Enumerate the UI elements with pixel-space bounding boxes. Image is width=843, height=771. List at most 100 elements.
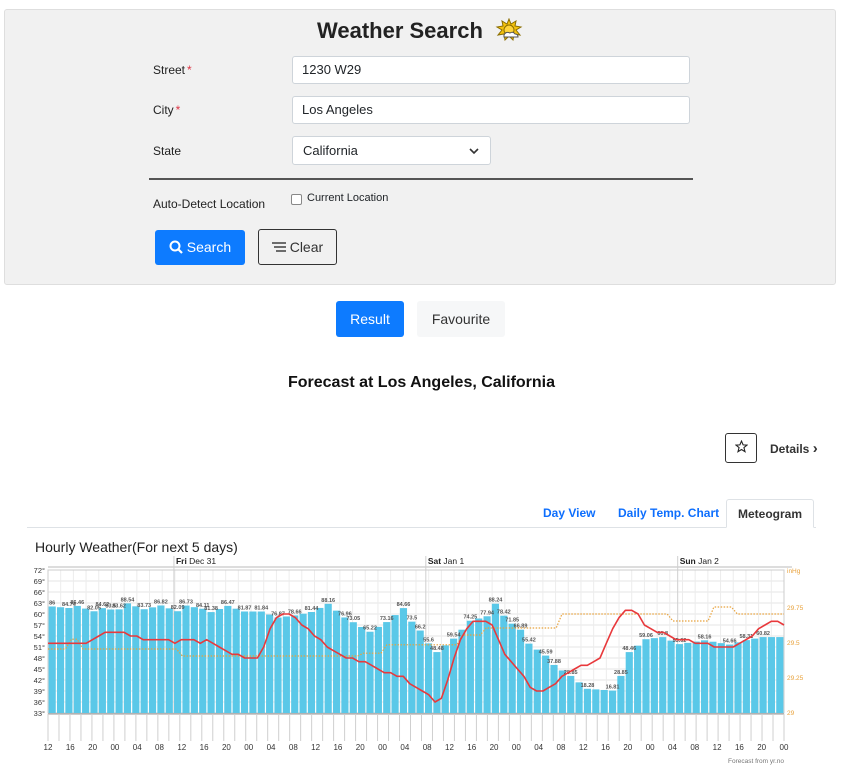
humidity-data-label: 55.6 (423, 637, 434, 643)
humidity-bar (692, 641, 700, 713)
humidity-bar (148, 607, 157, 713)
humidity-data-label: 83.62 (112, 603, 126, 609)
humidity-bar (324, 603, 332, 713)
humidity-bar (650, 638, 658, 713)
humidity-data-label: 86.82 (154, 599, 168, 605)
humidity-data-label: 73.05 (346, 616, 360, 622)
humidity-data-label: 74.25 (463, 615, 477, 621)
humidity-bar (123, 603, 132, 713)
search-icon (169, 240, 183, 254)
tab-day-view[interactable]: Day View (543, 506, 595, 520)
humidity-data-label: 86.73 (179, 600, 193, 606)
y-tick-label: 54° (34, 632, 45, 641)
humidity-bar (249, 611, 257, 713)
x-tick-label: 20 (356, 743, 365, 752)
humidity-data-label: 88.54 (121, 597, 136, 603)
humidity-data-label: 66.2 (415, 625, 426, 631)
favorite-star-button[interactable] (725, 433, 757, 463)
humidity-data-label: 86 (49, 600, 55, 606)
humidity-bar (567, 675, 575, 713)
x-tick-label: 20 (757, 743, 766, 752)
humidity-bar (307, 612, 316, 713)
humidity-bar (508, 623, 516, 713)
humidity-data-label: 59.54 (447, 633, 462, 639)
humidity-bar (617, 675, 625, 713)
humidity-data-label: 81.87 (238, 605, 252, 611)
humidity-bar (291, 615, 299, 713)
current-location-checkbox[interactable] (291, 194, 302, 205)
x-tick-label: 12 (445, 743, 454, 752)
city-input[interactable]: Los Angeles (292, 96, 690, 124)
humidity-bar (475, 618, 483, 713)
humidity-data-label: 83.73 (137, 603, 151, 609)
humidity-bar (115, 609, 123, 713)
x-tick-label: 04 (267, 743, 276, 752)
humidity-data-label: 84.66 (397, 602, 411, 608)
sun-cloud-icon (495, 17, 523, 42)
humidity-bar (65, 607, 73, 713)
tab-daily-temp-chart[interactable]: Daily Temp. Chart (618, 506, 719, 520)
humidity-bar (299, 613, 307, 713)
humidity-bar (399, 608, 408, 713)
x-tick-label: 08 (557, 743, 566, 752)
humidity-bar (107, 609, 115, 713)
humidity-data-label: 73.5 (406, 616, 417, 622)
x-tick-label: 08 (155, 743, 164, 752)
tab-meteogram[interactable]: Meteogram (726, 499, 814, 528)
x-tick-label: 00 (244, 743, 253, 752)
humidity-bar (767, 637, 776, 713)
y-tick-label: 69° (34, 577, 45, 586)
x-tick-label: 08 (289, 743, 298, 752)
x-tick-label: 12 (44, 743, 53, 752)
humidity-bar (684, 642, 692, 713)
details-link[interactable]: Details › (770, 440, 818, 457)
humidity-bar (667, 640, 675, 713)
form-title-text: Weather Search (316, 18, 483, 43)
humidity-bar (182, 605, 190, 713)
humidity-data-label: 18.28 (581, 683, 595, 689)
humidity-bar (625, 652, 633, 713)
humidity-bar (48, 606, 56, 713)
city-label: City * (153, 103, 181, 117)
humidity-data-label: 48.46 (622, 646, 636, 652)
humidity-bar (600, 689, 608, 713)
x-tick-label: 16 (601, 743, 610, 752)
day-label: Sun Jan 2 (680, 556, 719, 566)
x-tick-label: 16 (66, 743, 75, 752)
humidity-data-label: 54.66 (723, 639, 737, 645)
humidity-bar (483, 616, 491, 713)
humidity-bar (257, 611, 265, 713)
humidity-bar (491, 603, 500, 713)
x-tick-label: 20 (623, 743, 632, 752)
humidity-bar (700, 640, 709, 713)
x-tick-label: 20 (222, 743, 231, 752)
state-select-value: California (303, 143, 358, 158)
x-tick-label: 16 (333, 743, 342, 752)
humidity-bar (98, 608, 106, 713)
state-label: State (153, 144, 182, 158)
humidity-bar (157, 605, 165, 713)
street-input[interactable]: 1230 W29 (292, 56, 690, 84)
search-button[interactable]: Search (155, 230, 245, 265)
clear-button[interactable]: Clear (258, 229, 337, 265)
humidity-bar (751, 638, 759, 713)
state-select[interactable]: California (292, 136, 491, 165)
star-icon (734, 439, 748, 453)
result-tab[interactable]: Result (336, 301, 404, 337)
humidity-bar (207, 612, 215, 713)
humidity-bar (341, 617, 349, 713)
humidity-data-label: 48.48 (430, 646, 444, 652)
form-title: Weather Search (5, 17, 835, 44)
pressure-tick-label: 29.5 (787, 640, 800, 647)
humidity-data-label: 55.42 (522, 638, 536, 644)
x-tick-label: 20 (88, 743, 97, 752)
x-tick-label: 12 (713, 743, 722, 752)
humidity-bar (56, 607, 65, 713)
humidity-bar (408, 621, 416, 713)
humidity-data-label: 86.47 (221, 600, 235, 606)
favourite-tab[interactable]: Favourite (417, 301, 505, 337)
x-tick-label: 08 (423, 743, 432, 752)
y-tick-label: 72° (34, 566, 45, 575)
y-tick-label: 60° (34, 610, 45, 619)
street-label: Street * (153, 63, 192, 77)
